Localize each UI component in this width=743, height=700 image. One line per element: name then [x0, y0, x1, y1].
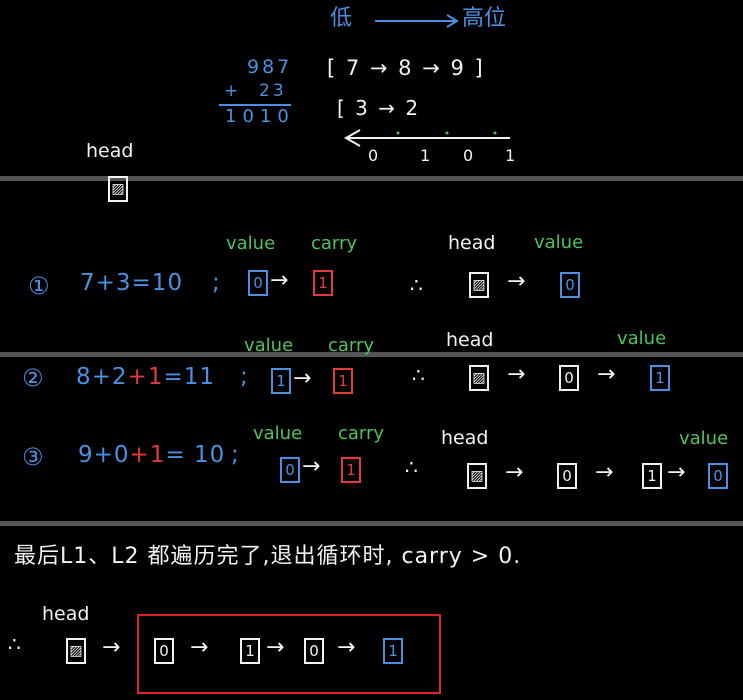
arrow-icon: →	[266, 635, 285, 660]
list2: [ 3 → 2	[337, 96, 421, 120]
value-label: value	[253, 423, 303, 444]
list-node: 0	[304, 638, 324, 664]
arrow-icon: →	[102, 635, 121, 660]
step-equation: 7+3=10	[80, 272, 183, 295]
head-label: head	[448, 232, 496, 254]
step-equation: 8+2+1=11	[76, 366, 215, 389]
arrow-icon: →	[667, 460, 686, 485]
therefore-icon: ∴	[410, 273, 423, 297]
therefore-icon: ∴	[405, 455, 418, 479]
value-node: 1	[271, 368, 291, 394]
value-label: value	[534, 232, 584, 253]
arrow-icon: →	[270, 268, 289, 293]
step-colon: ;	[240, 364, 248, 390]
head-node: ▨	[469, 272, 489, 298]
step-equation: 9+0+1= 10	[78, 444, 225, 467]
arrow-icon: →	[302, 454, 321, 479]
eq-part: 8+2	[76, 364, 128, 390]
head-node: ▨	[467, 463, 487, 489]
direction-low-label: 低	[330, 6, 353, 31]
value-label: value	[226, 233, 276, 254]
arrow-icon: →	[293, 366, 312, 391]
tick-dot	[396, 131, 400, 135]
value-node: 0	[248, 270, 268, 296]
value-label: value	[679, 428, 729, 449]
step-number: ①	[28, 272, 50, 300]
list-node: 1	[383, 638, 403, 664]
list-node: 0	[559, 365, 579, 391]
eq-carry-part: +1	[127, 364, 164, 390]
carry-label: carry	[311, 233, 358, 254]
eq-part: = 10	[165, 442, 226, 468]
result-digit: 0	[368, 146, 379, 165]
carry-label: carry	[328, 335, 375, 356]
arrow-icon: →	[337, 635, 356, 660]
head-node: ▨	[469, 365, 489, 391]
head-label: head	[42, 603, 90, 625]
final-note: 最后L1、L2 都遍历完了,退出循环时, carry > 0.	[14, 544, 522, 569]
head-label: head	[86, 140, 134, 162]
list-node: 1	[642, 463, 662, 489]
list-node: 0	[557, 463, 577, 489]
arrow-icon: →	[505, 460, 524, 485]
result-digit: 1	[420, 146, 431, 165]
arrow-icon: →	[597, 362, 616, 387]
list-node: 1	[650, 365, 670, 391]
sum-addend: 23	[259, 81, 287, 101]
carry-node: 1	[333, 368, 353, 394]
result-digit: 0	[463, 146, 474, 165]
list-node: 0	[560, 272, 580, 298]
list-node: 1	[240, 638, 260, 664]
arrow-icon: →	[507, 362, 526, 387]
result-digit: 1	[505, 146, 516, 165]
head-label: head	[446, 329, 494, 351]
arrow-icon: →	[595, 460, 614, 485]
step-colon: ;	[231, 442, 239, 468]
list-node: 0	[154, 638, 174, 664]
carry-label: carry	[338, 423, 385, 444]
list1: [ 7 → 8 → 9 ]	[327, 56, 485, 80]
tick-dot	[445, 131, 449, 135]
eq-part: 9+0	[78, 442, 130, 468]
value-label: value	[244, 335, 294, 356]
sum-result: 1010	[225, 106, 295, 127]
eq-part: 7+3=10	[80, 270, 184, 296]
head-node: ▨	[66, 638, 86, 664]
head-node: ▨	[108, 176, 128, 202]
head-label: head	[441, 427, 489, 449]
step-number: ②	[22, 364, 44, 392]
tick-dot	[493, 131, 497, 135]
arrow-icon: →	[507, 269, 526, 294]
therefore-icon: ∴	[412, 363, 425, 387]
therefore-icon: ∴	[8, 632, 21, 656]
eq-carry-part: +1	[129, 442, 166, 468]
step-colon: ;	[212, 270, 220, 296]
sum-plus: +	[224, 81, 239, 101]
sum-top: 987	[247, 56, 293, 78]
direction-high-label: 高位	[462, 6, 507, 31]
list-node: 0	[708, 463, 728, 489]
value-node: 0	[280, 457, 300, 483]
eq-part: =11	[163, 364, 215, 390]
arrow-icon: →	[190, 635, 209, 660]
step-number: ③	[22, 443, 44, 471]
carry-node: 1	[341, 457, 361, 483]
carry-node: 1	[313, 270, 333, 296]
value-label: value	[617, 328, 667, 349]
